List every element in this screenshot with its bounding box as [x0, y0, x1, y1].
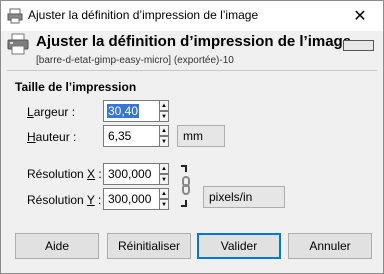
spin-down-icon[interactable]: ▼	[159, 136, 169, 147]
resolution-y-label: Résolution Y :	[27, 193, 102, 207]
spin-down-icon[interactable]: ▼	[159, 111, 169, 122]
width-value: 30,40	[107, 104, 140, 118]
spin-up-icon[interactable]: ▲	[159, 163, 169, 174]
help-button[interactable]: Aide	[15, 233, 99, 259]
dialog-window: Ajuster la définition d’impression de l’…	[0, 0, 384, 274]
gimp-printer-icon	[7, 8, 23, 24]
title-bar[interactable]: Ajuster la définition d’impression de l’…	[1, 1, 383, 31]
close-button[interactable]: ✕	[337, 1, 383, 31]
spin-up-icon[interactable]: ▲	[159, 188, 169, 199]
dialog-heading: Ajuster la définition d’impression de l’…	[36, 33, 352, 50]
resolution-x-spinbutton[interactable]: 300,000 ▲ ▼	[103, 163, 169, 185]
window-title: Ajuster la définition d’impression de l’…	[28, 8, 259, 22]
cancel-button[interactable]: Annuler	[288, 233, 372, 259]
chain-link-icon[interactable]	[178, 164, 194, 208]
size-unit-select[interactable]: mm	[177, 125, 225, 147]
buttons-divider	[7, 221, 377, 222]
height-value: 6,35	[108, 129, 132, 143]
resolution-y-value: 300,000	[108, 192, 152, 206]
dialog-header: Ajuster la définition d’impression de l’…	[1, 31, 383, 71]
resolution-unit-select[interactable]: pixels/in	[203, 186, 285, 208]
header-divider	[7, 70, 377, 71]
image-thumbnail	[343, 40, 374, 51]
height-label: Hauteur :	[27, 130, 77, 144]
height-spinbutton[interactable]: 6,35 ▲ ▼	[103, 125, 169, 147]
ok-button[interactable]: Valider	[197, 233, 281, 259]
spin-down-icon[interactable]: ▼	[159, 174, 169, 185]
resolution-y-spinbutton[interactable]: 300,000 ▲ ▼	[103, 188, 169, 210]
image-name: [barre-d-etat-gimp-easy-micro] (exportée…	[36, 55, 234, 66]
section-title: Taille de l’impression	[15, 80, 137, 94]
spin-down-icon[interactable]: ▼	[159, 199, 169, 210]
spin-up-icon[interactable]: ▲	[159, 125, 169, 136]
width-label: Largeur :	[27, 105, 76, 119]
spin-up-icon[interactable]: ▲	[159, 100, 169, 111]
reset-button[interactable]: Réinitialiser	[107, 233, 191, 259]
close-icon: ✕	[353, 8, 367, 25]
resolution-x-value: 300,000	[108, 167, 152, 181]
printer-icon	[7, 33, 29, 55]
width-spinbutton[interactable]: 30,40 ▲ ▼	[103, 100, 169, 122]
resolution-x-label: Résolution X :	[27, 167, 102, 181]
